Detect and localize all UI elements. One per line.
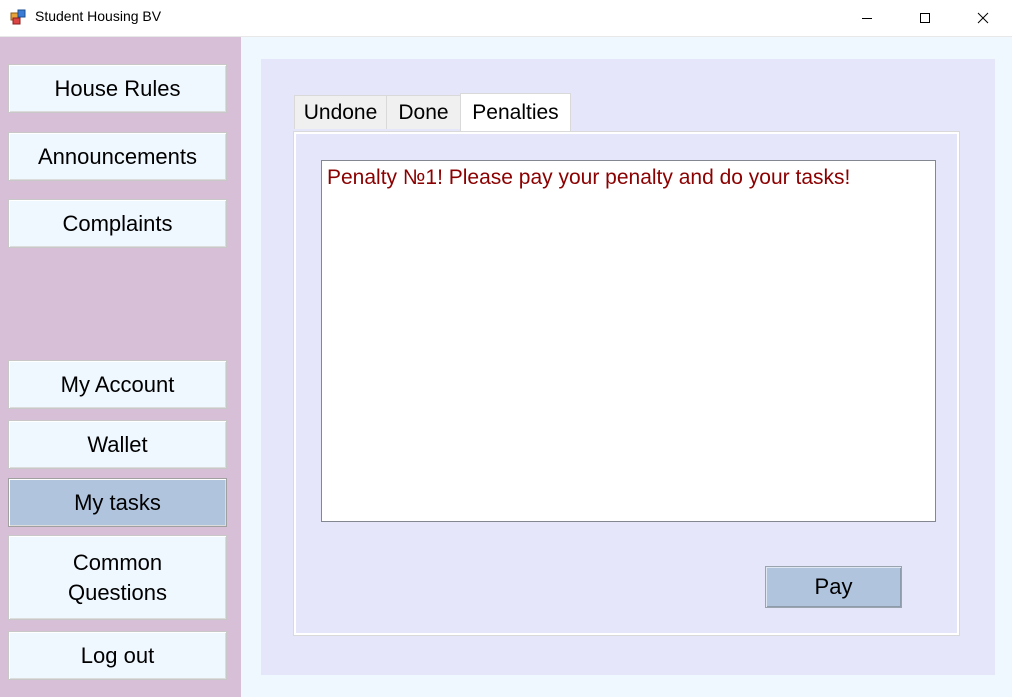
tasks-panel: Undone Done Penalties Penalty №1! Please… [261, 59, 995, 675]
tab-undone[interactable]: Undone [294, 95, 387, 129]
minimize-icon [862, 18, 872, 19]
tab-done[interactable]: Done [386, 95, 461, 129]
common-questions-button[interactable]: Common Questions [8, 535, 227, 620]
maximize-button[interactable] [896, 0, 954, 36]
penalty-item[interactable]: Penalty №1! Please pay your penalty and … [327, 166, 850, 190]
house-rules-button[interactable]: House Rules [8, 64, 227, 113]
close-button[interactable] [954, 0, 1012, 36]
main-content: Undone Done Penalties Penalty №1! Please… [241, 37, 1012, 697]
minimize-button[interactable] [838, 0, 896, 36]
close-icon [977, 12, 989, 24]
tab-penalties[interactable]: Penalties [460, 93, 571, 131]
my-tasks-button[interactable]: My tasks [8, 478, 227, 527]
log-out-button[interactable]: Log out [8, 631, 227, 680]
maximize-icon [920, 13, 930, 23]
my-account-button[interactable]: My Account [8, 360, 227, 409]
app-icon [10, 9, 26, 25]
penalties-tab-content: Penalty №1! Please pay your penalty and … [296, 134, 957, 633]
penalties-tab-page: Penalty №1! Please pay your penalty and … [293, 131, 960, 636]
announcements-button[interactable]: Announcements [8, 132, 227, 181]
wallet-button[interactable]: Wallet [8, 420, 227, 469]
penalties-list[interactable]: Penalty №1! Please pay your penalty and … [321, 160, 936, 522]
sidebar: House Rules Announcements Complaints My … [0, 37, 241, 697]
complaints-button[interactable]: Complaints [8, 199, 227, 248]
window-title: Student Housing BV [35, 8, 162, 24]
pay-button[interactable]: Pay [765, 566, 902, 608]
title-bar: Student Housing BV [0, 0, 1012, 37]
